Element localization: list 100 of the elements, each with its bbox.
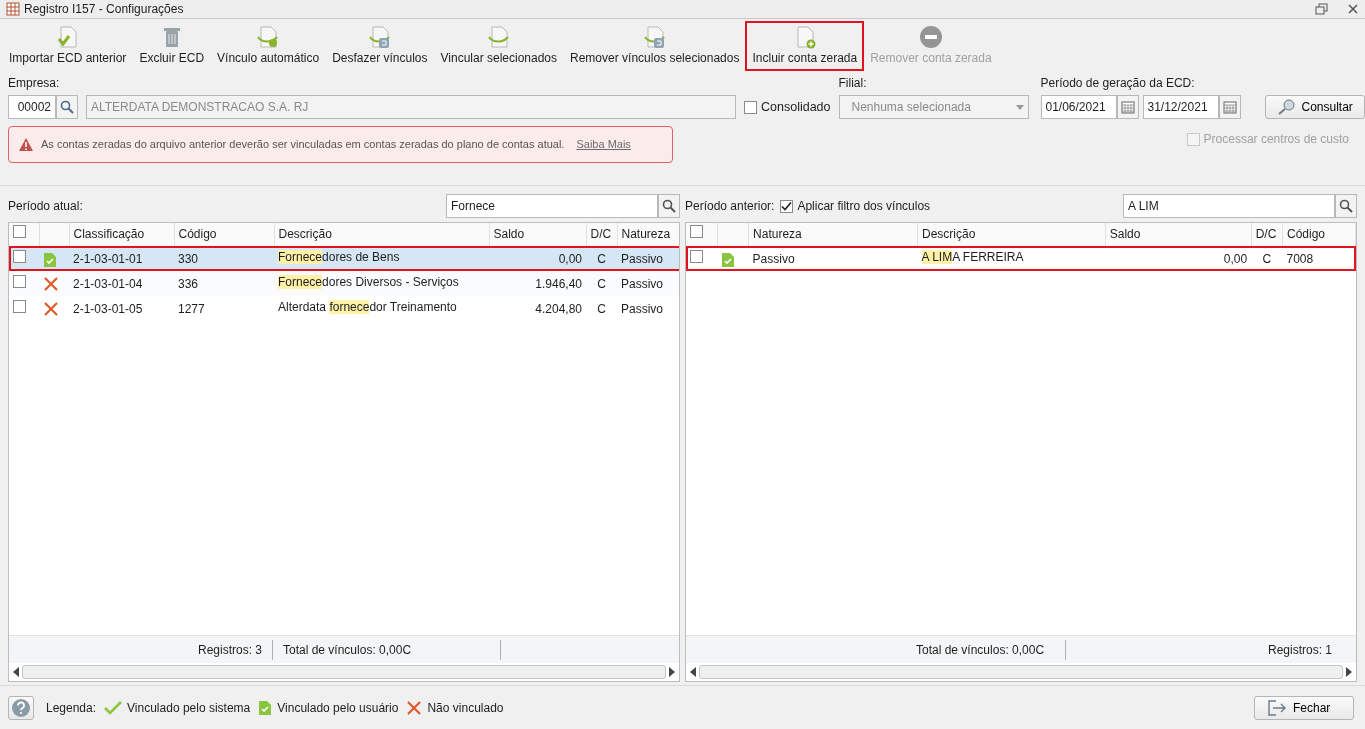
- search-field[interactable]: A LIM: [1123, 194, 1335, 218]
- table-cell: Alterdata fornecedor Treinamento: [278, 299, 457, 314]
- exit-icon: [1267, 699, 1287, 716]
- panel-title: Período atual:: [8, 198, 83, 215]
- search-field[interactable]: Fornece: [446, 194, 658, 218]
- scroll-left-icon: [689, 667, 697, 677]
- footer-text: Registros: 1: [1267, 641, 1332, 659]
- table-cell: C: [597, 251, 606, 266]
- window-title: Registro I157 - Configurações: [24, 1, 184, 18]
- row-checkbox[interactable]: [13, 299, 26, 313]
- warning-icon: [19, 138, 33, 151]
- toolbar-button[interactable]: Incluir conta zerada: [747, 23, 863, 69]
- spreadsheet-icon: [6, 2, 20, 16]
- restore-icon: [1315, 3, 1329, 15]
- search-button[interactable]: [658, 194, 680, 218]
- table-cell: C: [597, 276, 606, 291]
- cross-icon: [43, 276, 59, 293]
- search-icon: [662, 199, 676, 213]
- row-checkbox[interactable]: [690, 249, 703, 263]
- column-header[interactable]: Descrição: [917, 223, 1106, 246]
- document-check-icon: [258, 699, 273, 716]
- toolbar-button[interactable]: Vínculo automático: [212, 23, 325, 69]
- table-cell: 4.204,80: [535, 301, 582, 316]
- help-button[interactable]: [8, 695, 34, 720]
- calendar-icon: [1120, 100, 1135, 114]
- table-cell: 2-1-03-01-01: [73, 251, 143, 266]
- checkbox-label: Aplicar filtro dos vínculos: [797, 198, 931, 215]
- calendar-icon: [1222, 100, 1237, 114]
- table-cell: 330: [178, 251, 199, 266]
- table-cell: 1.946,40: [535, 276, 582, 291]
- caret-icon: [1015, 104, 1024, 110]
- table-cell: A LIMA FERREIRA: [921, 249, 1024, 264]
- column-header[interactable]: Classificação: [69, 223, 174, 246]
- consultar-button[interactable]: Consultar: [1264, 95, 1365, 119]
- toolbar-button[interactable]: Importar ECD anterior: [4, 23, 132, 69]
- legend-text: Não vinculado: [427, 699, 504, 717]
- column-header[interactable]: Código: [1282, 223, 1356, 246]
- table-cell: 1277: [178, 301, 205, 316]
- date-field[interactable]: 31/12/2021: [1142, 95, 1219, 119]
- column-header[interactable]: Saldo: [489, 223, 586, 246]
- select-all-checkbox[interactable]: [13, 225, 26, 239]
- toolbar-button[interactable]: Remover vínculos selecionados: [565, 23, 745, 69]
- close-button[interactable]: Fechar: [1254, 695, 1354, 720]
- table-cell: 7008: [1286, 251, 1314, 266]
- checkbox[interactable]: [744, 100, 757, 114]
- table-cell: 0,00: [558, 251, 582, 266]
- table-row[interactable]: Passivo A LIMA FERREIRA 0,00 C 7008: [686, 246, 1356, 271]
- search-button[interactable]: [56, 95, 78, 119]
- checkbox-label: Consolidado: [761, 98, 831, 116]
- search-button[interactable]: [1335, 194, 1357, 218]
- column-header[interactable]: D/C: [1251, 223, 1283, 246]
- row-checkbox[interactable]: [13, 274, 26, 288]
- close-icon: [1347, 3, 1359, 15]
- cross-icon: [43, 301, 59, 318]
- toolbar-button[interactable]: Excluir ECD: [134, 23, 210, 69]
- table-cell: Fornecedores de Bens: [278, 249, 400, 264]
- table-cell: Passivo: [621, 251, 664, 266]
- column-header[interactable]: Natureza: [617, 223, 679, 246]
- column-header[interactable]: Saldo: [1105, 223, 1252, 246]
- legend-label: Legenda:: [46, 699, 97, 717]
- table-row[interactable]: 2-1-03-01-04 336 Fornecedores Diversos - Serviços 1.946,40 C Passivo: [9, 271, 679, 296]
- toolbar-button[interactable]: Vincular selecionados: [435, 23, 563, 69]
- field-label: Período de geração da ECD:: [1040, 75, 1196, 92]
- field-label: Empresa:: [8, 75, 61, 92]
- legend-text: Vinculado pelo sistema: [127, 699, 251, 717]
- table-cell: 336: [178, 276, 199, 291]
- panel-title: Período anterior:: [685, 198, 775, 215]
- saiba-mais-link[interactable]: Saiba Mais: [576, 136, 631, 153]
- magnifier-icon: [1277, 99, 1296, 115]
- help-icon: [11, 697, 31, 718]
- table-cell: 2-1-03-01-05: [73, 301, 143, 316]
- scroll-right-icon: [668, 667, 676, 677]
- scroll-right-icon: [1345, 667, 1353, 677]
- toolbar-button[interactable]: Desfazer vínculos: [327, 23, 433, 69]
- check-icon: [104, 700, 123, 715]
- document-undo-icon: [367, 25, 392, 49]
- checkbox[interactable]: [780, 199, 794, 213]
- row-checkbox[interactable]: [13, 249, 26, 263]
- column-header[interactable]: Descrição: [274, 223, 489, 246]
- footer-text: Total de vínculos: 0,00C: [283, 641, 412, 659]
- table-row[interactable]: 2-1-03-01-05 1277 Alterdata fornecedor Treinamento 4.204,80 C Passivo: [9, 296, 679, 321]
- column-header[interactable]: D/C: [586, 223, 617, 246]
- company-code-field[interactable]: 00002: [8, 95, 56, 119]
- footer-text: Total de vínculos: 0,00C: [916, 641, 1045, 659]
- table-cell: 2-1-03-01-04: [73, 276, 143, 291]
- document-check-icon: [43, 251, 57, 268]
- table-cell: Passivo: [752, 251, 795, 266]
- table-cell: Passivo: [621, 301, 664, 316]
- column-header[interactable]: Natureza: [748, 223, 918, 246]
- calendar-button[interactable]: [1218, 95, 1241, 119]
- alert-message: As contas zeradas do arquivo anterior deverão ser vinculadas em contas zeradas do plano de contas atual.: [41, 137, 565, 153]
- column-header[interactable]: Código: [174, 223, 274, 246]
- table-cell: C: [1262, 251, 1272, 266]
- select-all-checkbox[interactable]: [690, 225, 703, 239]
- calendar-button[interactable]: [1116, 95, 1139, 119]
- check-icon: [781, 200, 793, 212]
- date-field[interactable]: 01/06/2021: [1040, 95, 1117, 119]
- legend-text: Vinculado pelo usuário: [277, 699, 399, 717]
- cross-icon: [406, 699, 423, 716]
- table-row[interactable]: 2-1-03-01-01 330 Fornecedores de Bens 0,00 C Passivo: [9, 246, 679, 271]
